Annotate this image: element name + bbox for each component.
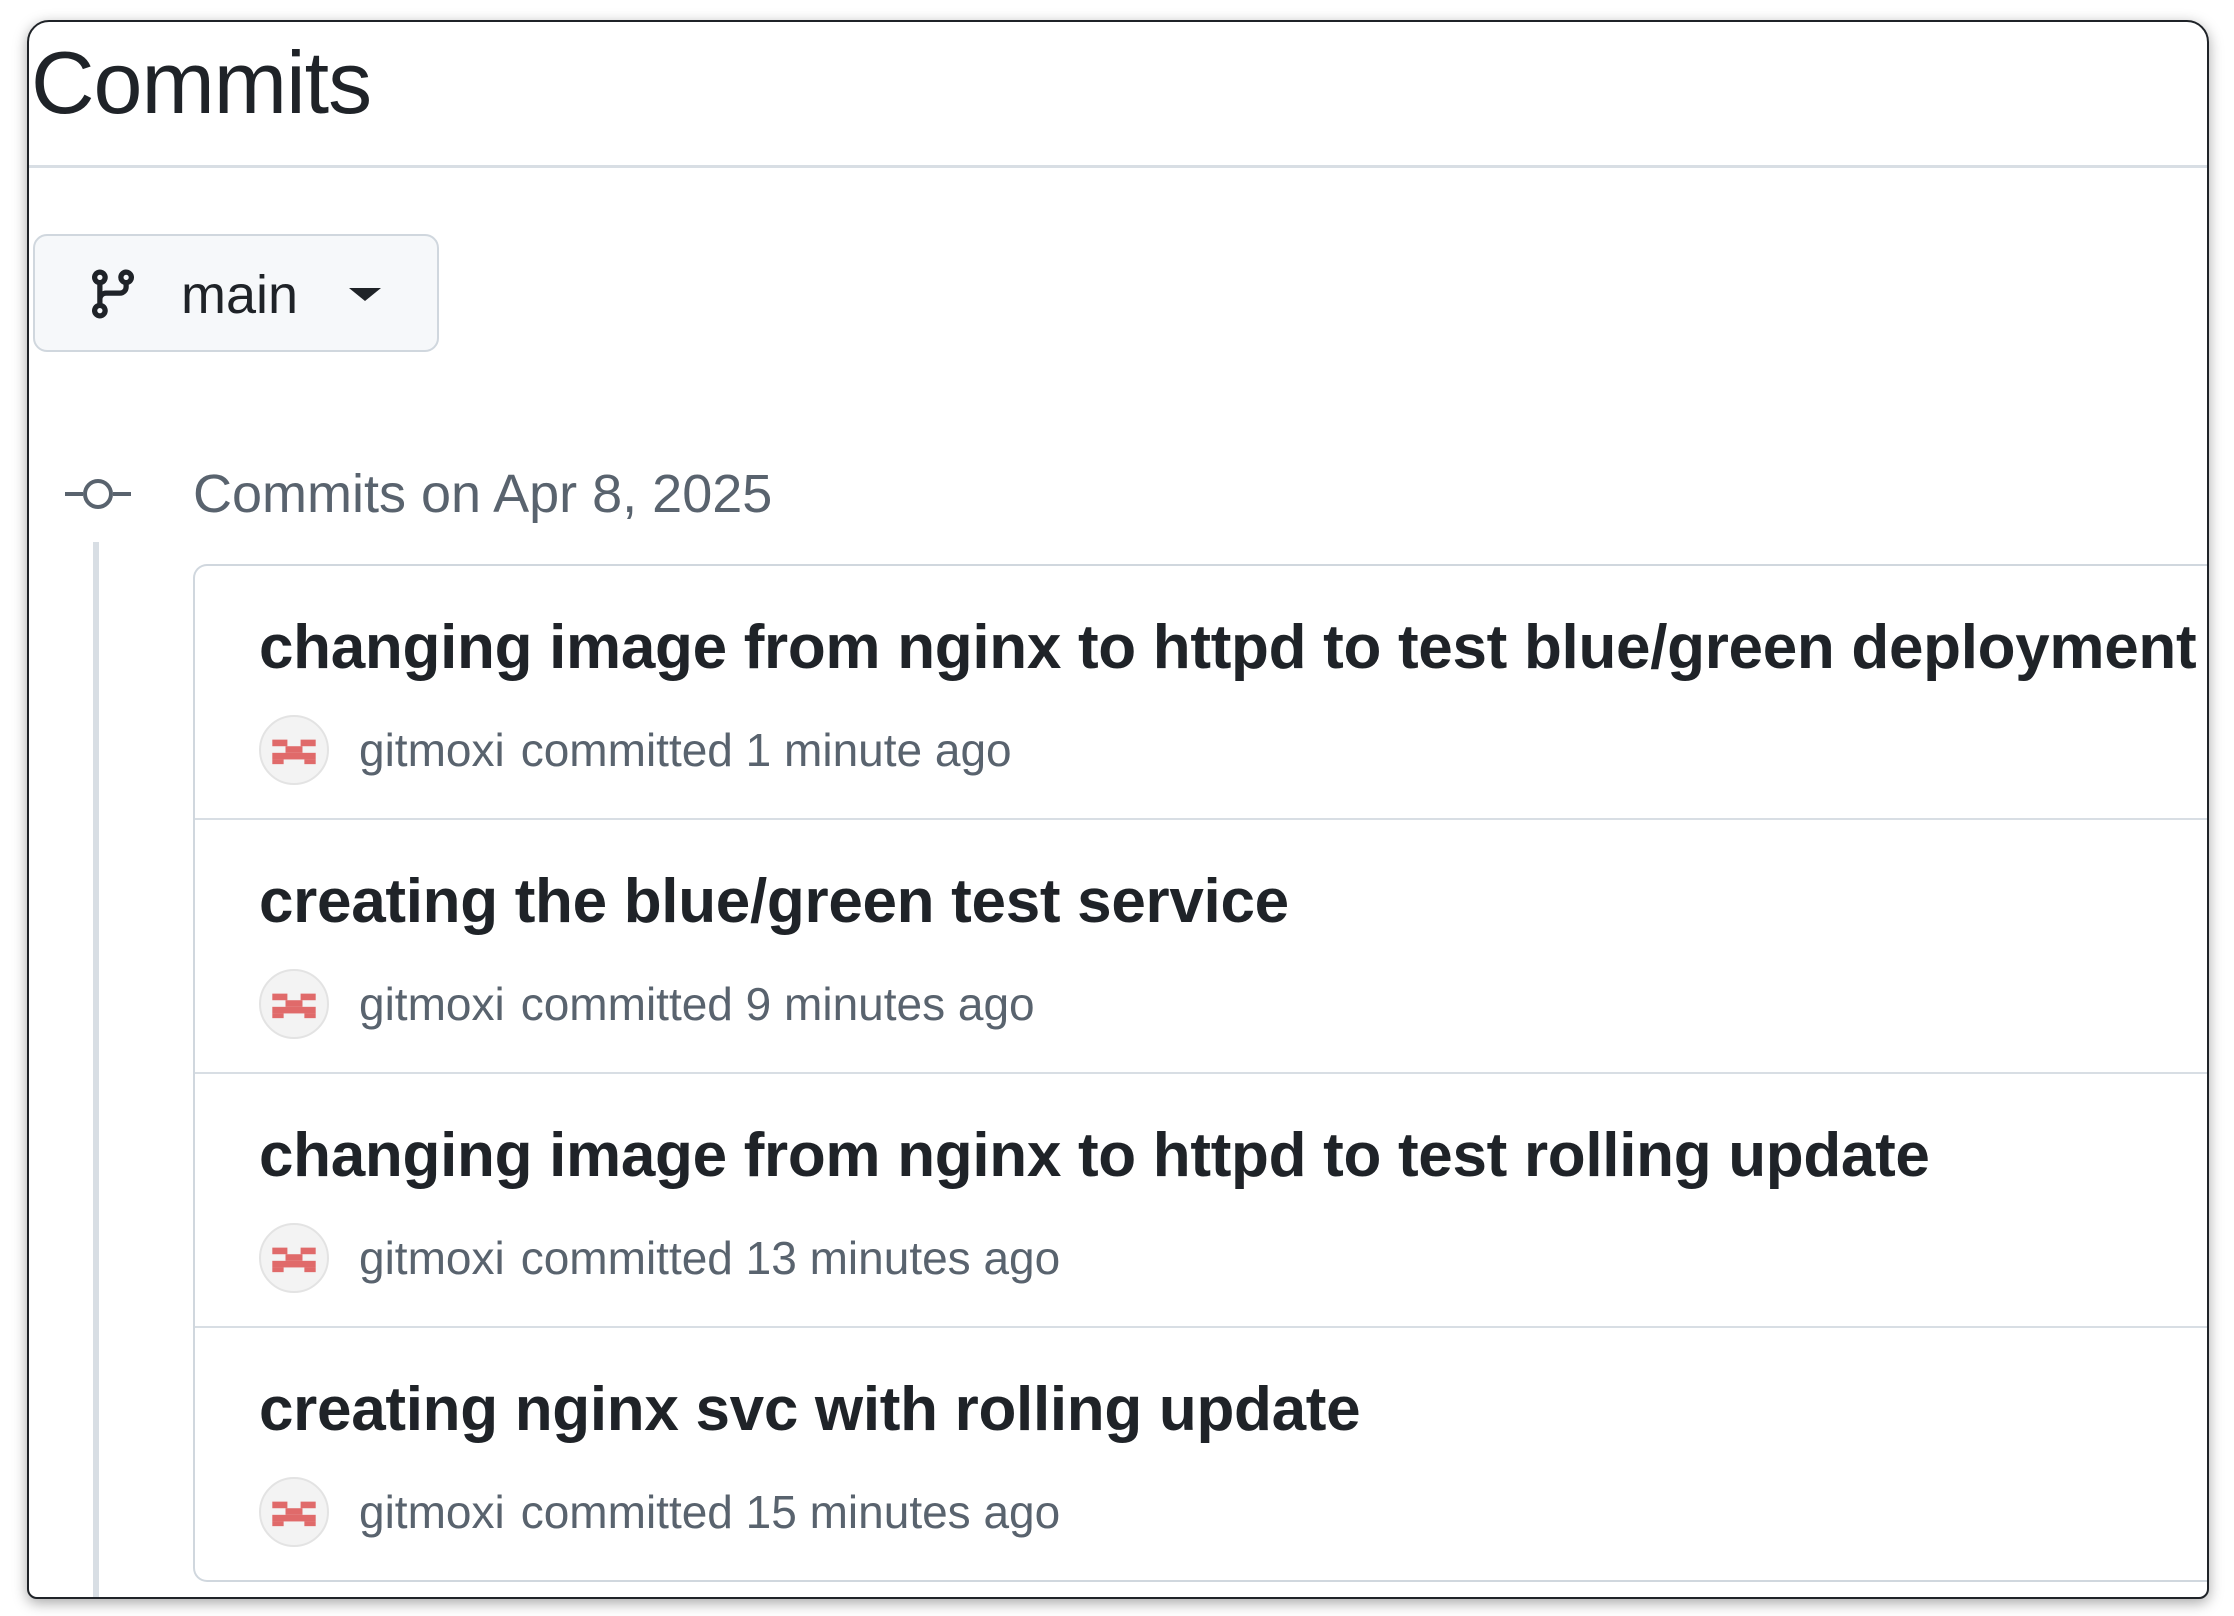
git-branch-icon xyxy=(91,269,134,319)
commit-list: changing image from nginx to httpd to te… xyxy=(193,564,2207,1582)
commit-time: committed 13 minutes ago xyxy=(520,1232,1061,1284)
identicon-icon xyxy=(272,739,316,765)
commit-row: changing image from nginx to httpd to te… xyxy=(195,1074,2207,1328)
commit-message-link[interactable]: creating the blue/green test service xyxy=(259,864,1289,940)
branch-selector-button[interactable]: main xyxy=(33,234,439,352)
commit-time: committed 9 minutes ago xyxy=(520,978,1035,1030)
avatar[interactable] xyxy=(259,715,329,785)
avatar[interactable] xyxy=(259,1223,329,1293)
branch-name-label: main xyxy=(181,265,299,325)
commit-meta: gitmoxi committed 13 minutes ago xyxy=(259,1222,1060,1294)
commit-message-link[interactable]: creating nginx svc with rolling update xyxy=(259,1372,1361,1448)
commit-message-link[interactable]: changing image from nginx to httpd to te… xyxy=(259,610,2197,686)
commit-meta: gitmoxi committed 1 minute ago xyxy=(259,714,1012,786)
identicon-icon xyxy=(272,1247,316,1273)
page-title: Commits xyxy=(31,33,372,132)
identicon-icon xyxy=(272,993,316,1019)
commit-row: creating nginx svc with rolling update g… xyxy=(195,1328,2207,1580)
commit-row: changing image from nginx to httpd to te… xyxy=(195,566,2207,820)
commit-row: creating the blue/green test service git… xyxy=(195,820,2207,1074)
caret-down-icon xyxy=(349,288,381,301)
timeline-line xyxy=(93,542,99,1597)
identicon-icon xyxy=(272,1501,316,1527)
commits-page-window: Commits main Commits on Apr 8, 2025 chan… xyxy=(27,20,2209,1599)
title-divider xyxy=(29,165,2207,168)
commit-author-link[interactable]: gitmoxi xyxy=(359,1230,505,1286)
commit-author-link[interactable]: gitmoxi xyxy=(359,1484,505,1540)
avatar[interactable] xyxy=(259,1477,329,1547)
commit-meta: gitmoxi committed 9 minutes ago xyxy=(259,968,1035,1040)
commit-author-link[interactable]: gitmoxi xyxy=(359,722,505,778)
commit-group-heading: Commits on Apr 8, 2025 xyxy=(193,464,773,524)
commit-meta: gitmoxi committed 15 minutes ago xyxy=(259,1476,1060,1548)
avatar[interactable] xyxy=(259,969,329,1039)
commit-message-link[interactable]: changing image from nginx to httpd to te… xyxy=(259,1118,1930,1194)
git-commit-icon xyxy=(65,479,131,509)
commit-time: committed 15 minutes ago xyxy=(520,1486,1061,1538)
commit-time: committed 1 minute ago xyxy=(520,724,1012,776)
commit-author-link[interactable]: gitmoxi xyxy=(359,976,505,1032)
